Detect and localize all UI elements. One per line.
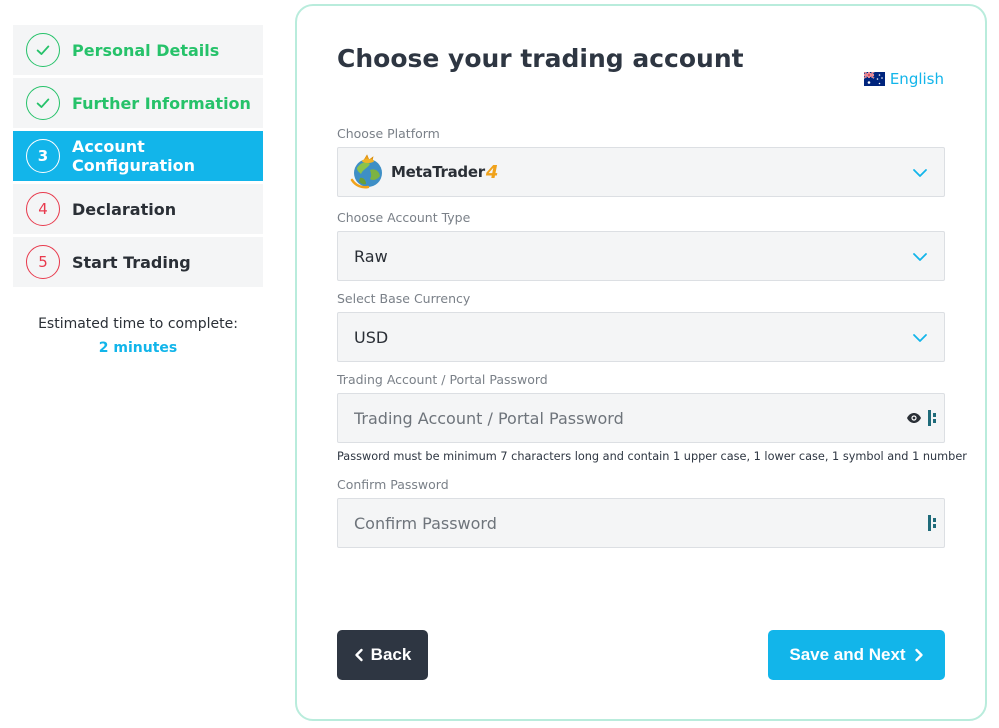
account-type-label: Choose Account Type xyxy=(337,210,471,225)
account-form-card: Choose your trading account English Choo… xyxy=(295,4,987,721)
save-and-next-button[interactable]: Save and Next xyxy=(768,630,945,680)
metatrader-globe-icon xyxy=(350,154,382,189)
save-and-next-label: Save and Next xyxy=(789,645,906,664)
password-field xyxy=(337,393,945,443)
chevron-down-icon xyxy=(913,253,927,261)
confirm-password-label: Confirm Password xyxy=(337,477,449,492)
step-declaration[interactable]: 4 Declaration xyxy=(13,184,263,234)
step-account-configuration[interactable]: 3 Account Configuration xyxy=(13,131,263,181)
back-button[interactable]: Back xyxy=(337,630,428,680)
step-label: Declaration xyxy=(72,199,177,219)
password-hint: Password must be minimum 7 characters lo… xyxy=(337,450,967,463)
progress-steps: Personal Details Further Information 3 A… xyxy=(13,25,263,290)
language-selector[interactable]: English xyxy=(863,70,944,88)
metatrader-text: MetaTrader xyxy=(391,163,485,181)
password-manager-icon[interactable] xyxy=(928,410,938,426)
password-manager-icon[interactable] xyxy=(928,515,938,531)
estimated-time: Estimated time to complete: 2 minutes xyxy=(13,316,263,356)
step-label: Start Trading xyxy=(72,252,191,272)
account-type-value: Raw xyxy=(354,246,388,266)
eye-icon[interactable] xyxy=(906,411,922,425)
step-start-trading[interactable]: 5 Start Trading xyxy=(13,237,263,287)
chevron-right-icon xyxy=(914,648,923,662)
estimated-time-label: Estimated time to complete: xyxy=(38,316,238,332)
chevron-down-icon xyxy=(913,334,927,342)
step-label: Account Configuration xyxy=(72,137,196,175)
account-type-select[interactable]: Raw xyxy=(337,231,945,281)
step-further-information[interactable]: Further Information xyxy=(13,78,263,128)
back-button-label: Back xyxy=(370,645,412,664)
platform-select[interactable]: MetaTrader 4 xyxy=(337,147,945,197)
step-label: Personal Details xyxy=(72,40,220,60)
page-title: Choose your trading account xyxy=(337,44,744,73)
step-label: Further Information xyxy=(72,93,251,113)
language-label: English xyxy=(889,70,944,88)
chevron-left-icon xyxy=(354,648,363,662)
step-number: 5 xyxy=(26,245,60,279)
check-icon xyxy=(26,86,60,120)
step-number: 3 xyxy=(26,139,60,173)
platform-label: Choose Platform xyxy=(337,126,440,141)
chevron-down-icon xyxy=(913,169,927,177)
currency-label: Select Base Currency xyxy=(337,291,471,306)
estimated-time-value: 2 minutes xyxy=(98,340,178,356)
step-number: 4 xyxy=(26,192,60,226)
confirm-password-field xyxy=(337,498,945,548)
password-label: Trading Account / Portal Password xyxy=(337,372,548,387)
currency-value: USD xyxy=(354,327,389,347)
check-icon xyxy=(26,33,60,67)
metatrader-version: 4 xyxy=(485,161,499,183)
confirm-password-input[interactable] xyxy=(338,499,944,547)
password-input[interactable] xyxy=(338,394,944,442)
currency-select[interactable]: USD xyxy=(337,312,945,362)
australia-flag-icon xyxy=(863,71,885,86)
step-personal-details[interactable]: Personal Details xyxy=(13,25,263,75)
metatrader-logo: MetaTrader 4 xyxy=(350,152,499,192)
